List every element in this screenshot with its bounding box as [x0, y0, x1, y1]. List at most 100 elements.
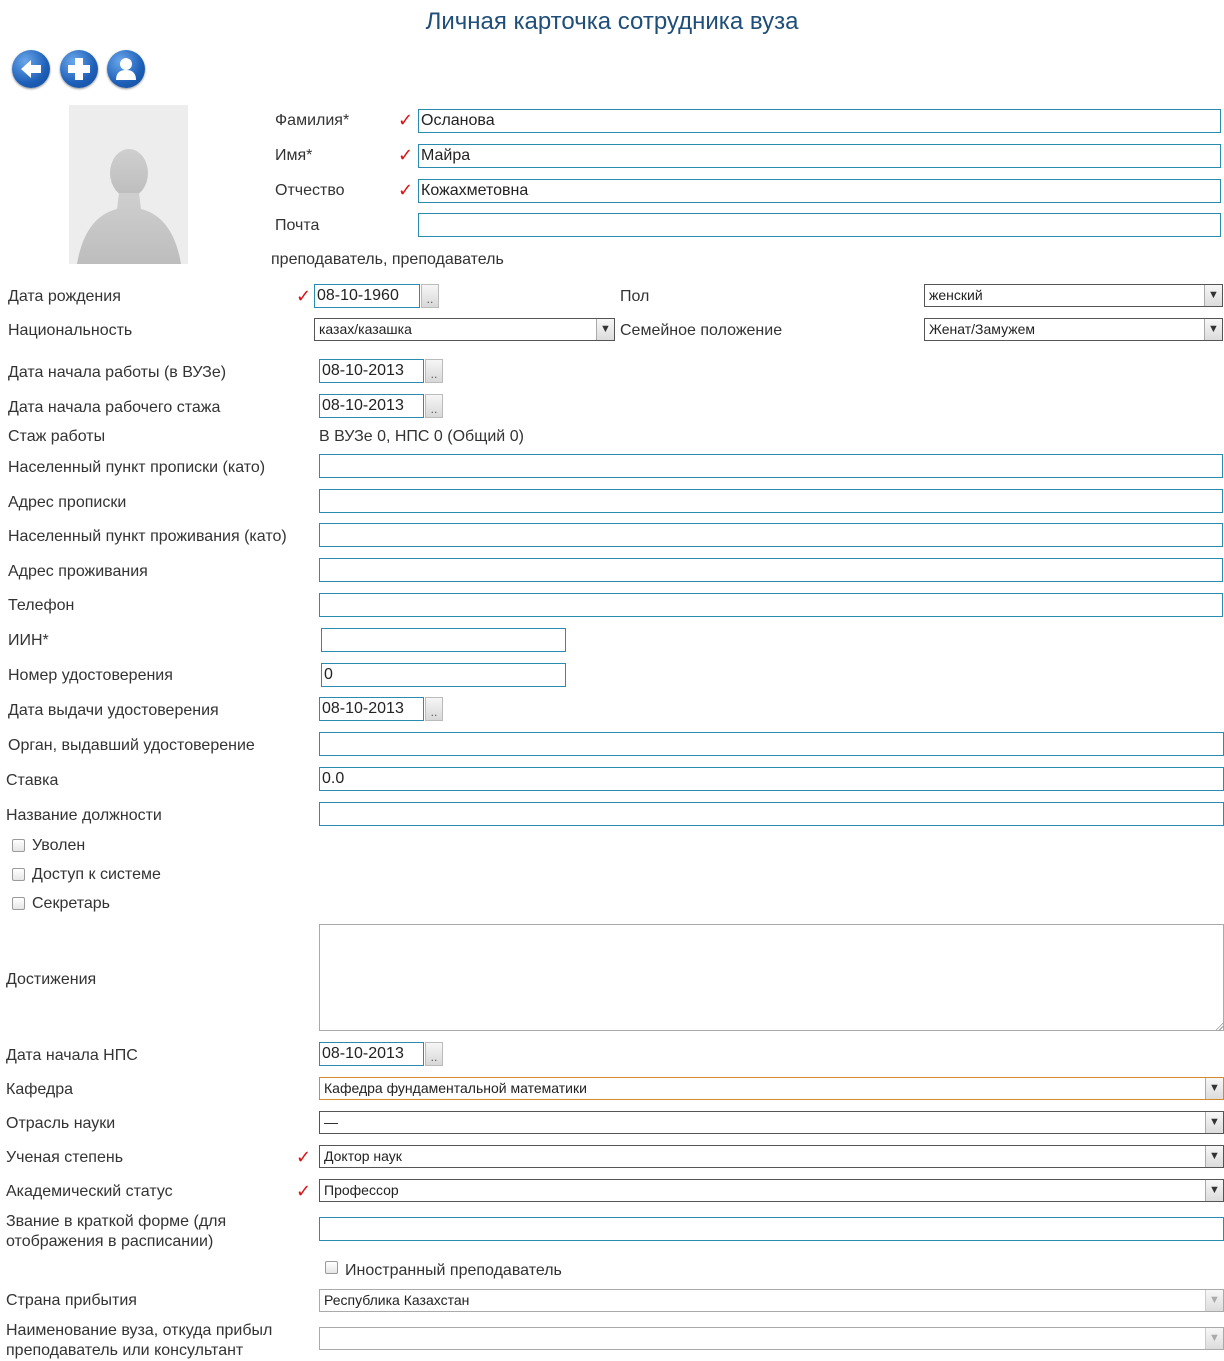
registration-address-label: Адрес прописки	[8, 494, 127, 511]
id-issuer-label: Орган, выдавший удостоверение	[8, 737, 255, 754]
chevron-down-icon: ▼	[596, 319, 614, 340]
id-issue-date-input[interactable]: 08-10-2013	[319, 697, 424, 721]
add-button[interactable]	[60, 50, 98, 88]
birth-date-input[interactable]: 08-10-1960	[314, 284, 420, 308]
nps-start-picker-button[interactable]: ..	[425, 1042, 443, 1066]
experience-value: В ВУЗе 0, НПС 0 (Общий 0)	[319, 428, 524, 445]
achievements-label: Достижения	[6, 971, 97, 988]
lastname-label: Фамилия*	[275, 112, 350, 129]
id-number-label: Номер удостоверения	[8, 667, 173, 684]
residence-locality-label: Населенный пункт проживания (като)	[8, 528, 287, 545]
marital-status-select[interactable]: Женат/Замужем ▼	[924, 318, 1223, 341]
chevron-down-icon: ▼	[1205, 1290, 1223, 1311]
id-issue-date-label: Дата выдачи удостоверения	[8, 702, 219, 719]
department-label: Кафедра	[6, 1081, 74, 1098]
department-select-value: Кафедра фундаментальной математики	[324, 1080, 587, 1096]
academic-status-select[interactable]: Профессор ▼	[319, 1179, 1224, 1202]
iin-input[interactable]	[321, 628, 566, 652]
job-title-input[interactable]	[319, 802, 1224, 826]
system-access-label: Доступ к системе	[32, 866, 161, 883]
position-text: преподаватель, преподаватель	[271, 251, 504, 268]
birth-date-label: Дата рождения	[8, 288, 121, 305]
email-label: Почта	[275, 217, 320, 234]
arrival-country-label: Страна прибытия	[6, 1292, 137, 1309]
phone-label: Телефон	[8, 597, 75, 614]
rate-input[interactable]: 0.0	[319, 767, 1224, 791]
avatar-silhouette-icon	[77, 149, 181, 264]
foreign-teacher-checkbox[interactable]	[325, 1261, 338, 1274]
degree-label: Ученая степень	[6, 1149, 124, 1166]
patronymic-input[interactable]: Кожахметовна	[418, 179, 1221, 203]
employee-photo[interactable]	[69, 105, 188, 264]
experience-start-input[interactable]: 08-10-2013	[319, 394, 424, 418]
registration-locality-input[interactable]	[319, 454, 1223, 478]
academic-status-label: Академический статус	[6, 1183, 173, 1200]
nps-start-label: Дата начала НПС	[6, 1047, 138, 1064]
marital-status-select-value: Женат/Замужем	[929, 321, 1036, 337]
resize-grip[interactable]	[1214, 1021, 1224, 1031]
system-access-checkbox[interactable]	[12, 868, 25, 881]
work-start-label: Дата начала работы (в ВУЗе)	[8, 364, 227, 381]
chevron-down-icon: ▼	[1205, 1328, 1223, 1349]
degree-select-value: Доктор наук	[324, 1148, 402, 1164]
residence-address-label: Адрес проживания	[8, 563, 148, 580]
required-mark: ✓	[296, 286, 312, 306]
id-issuer-input[interactable]	[319, 732, 1224, 756]
foreign-teacher-label: Иностранный преподаватель	[345, 1262, 562, 1279]
nationality-label: Национальность	[8, 322, 133, 339]
birth-date-picker-button[interactable]: ..	[421, 284, 439, 308]
nationality-select-value: казах/казашка	[319, 321, 412, 337]
work-start-input[interactable]: 08-10-2013	[319, 359, 424, 383]
chevron-down-icon: ▼	[1205, 1180, 1223, 1201]
residence-address-input[interactable]	[319, 558, 1223, 582]
patronymic-label: Отчество	[275, 182, 345, 199]
residence-locality-input[interactable]	[319, 523, 1223, 547]
nationality-select[interactable]: казах/казашка ▼	[314, 318, 615, 341]
degree-select[interactable]: Доктор наук ▼	[319, 1145, 1224, 1168]
nps-start-input[interactable]: 08-10-2013	[319, 1042, 424, 1066]
required-mark: ✓	[398, 145, 414, 165]
id-issue-date-picker-button[interactable]: ..	[425, 697, 443, 721]
department-select[interactable]: Кафедра фундаментальной математики ▼	[319, 1077, 1224, 1100]
work-start-picker-button[interactable]: ..	[425, 359, 443, 383]
science-branch-select[interactable]: — ▼	[319, 1111, 1224, 1134]
id-number-input[interactable]: 0	[321, 663, 566, 687]
arrival-country-select[interactable]: Республика Казахстан ▼	[319, 1289, 1224, 1312]
science-branch-label: Отрасль науки	[6, 1115, 116, 1132]
arrival-country-select-value: Республика Казахстан	[324, 1292, 470, 1308]
profile-button[interactable]	[107, 50, 145, 88]
add-plus-icon	[68, 58, 90, 80]
origin-university-select[interactable]: ▼	[319, 1327, 1224, 1350]
gender-label: Пол	[620, 288, 650, 305]
registration-locality-label: Населенный пункт прописки (като)	[8, 459, 266, 476]
dismissed-checkbox[interactable]	[12, 839, 25, 852]
marital-status-label: Семейное положение	[620, 322, 783, 339]
email-input[interactable]	[418, 213, 1221, 237]
origin-university-label: Наименование вуза, откуда прибыл препода…	[6, 1322, 273, 1359]
gender-select[interactable]: женский ▼	[924, 284, 1223, 307]
iin-label: ИИН*	[8, 632, 49, 649]
registration-address-input[interactable]	[319, 489, 1223, 513]
secretary-label: Секретарь	[32, 895, 110, 912]
chevron-down-icon: ▼	[1205, 1112, 1223, 1133]
user-profile-icon	[116, 58, 136, 80]
firstname-label: Имя*	[275, 147, 313, 164]
required-mark: ✓	[296, 1147, 312, 1167]
phone-input[interactable]	[319, 593, 1223, 617]
required-mark: ✓	[296, 1181, 312, 1201]
experience-start-picker-button[interactable]: ..	[425, 394, 443, 418]
lastname-input[interactable]: Осланова	[418, 109, 1221, 133]
chevron-down-icon: ▼	[1205, 1146, 1223, 1167]
secretary-checkbox[interactable]	[12, 897, 25, 910]
back-arrow-icon	[21, 60, 41, 78]
academic-status-select-value: Профессор	[324, 1182, 399, 1198]
page-title: Личная карточка сотрудника вуза	[425, 8, 799, 35]
firstname-input[interactable]: Майра	[418, 144, 1221, 168]
chevron-down-icon: ▼	[1205, 1078, 1223, 1099]
rate-label: Ставка	[6, 772, 59, 789]
back-button[interactable]	[12, 50, 50, 88]
achievements-textarea[interactable]	[319, 924, 1224, 1031]
short-title-input[interactable]	[319, 1217, 1224, 1241]
science-branch-select-value: —	[324, 1114, 338, 1130]
job-title-label: Название должности	[6, 807, 162, 824]
